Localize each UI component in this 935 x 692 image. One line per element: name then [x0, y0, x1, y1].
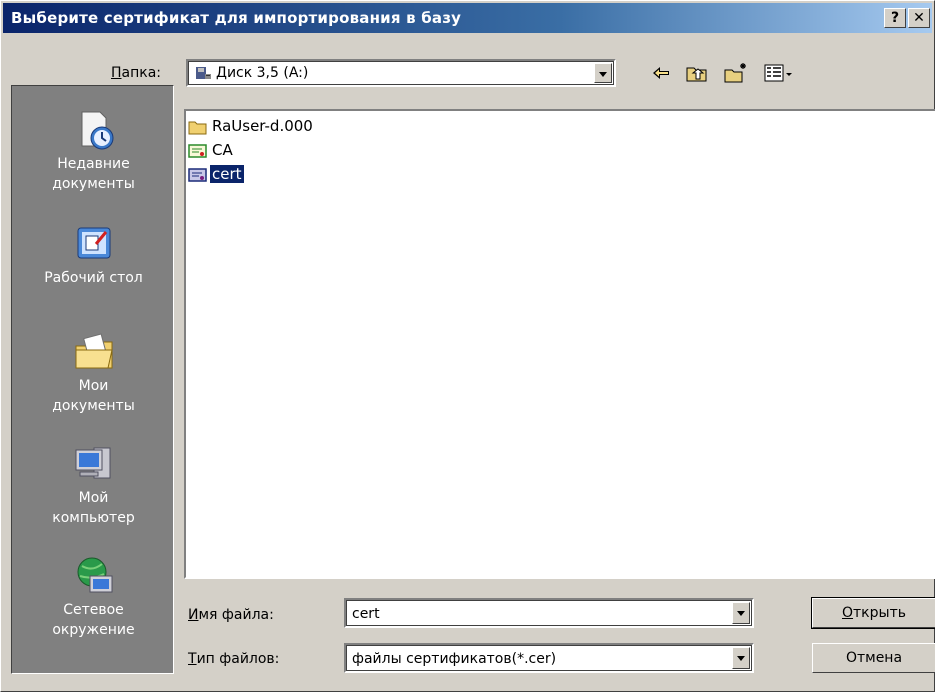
filename-combobox[interactable]: cert [344, 598, 754, 628]
filetype-dropdown-arrow[interactable] [732, 647, 750, 669]
recent-documents-icon [81, 111, 113, 150]
open-button[interactable]: Открыть [811, 597, 935, 629]
folder-combo-value: Диск 3,5 (A:) [194, 65, 308, 81]
help-button[interactable]: ? [884, 8, 906, 28]
places-bar: Недавние документы Рабочий стол Мои доку… [11, 85, 174, 674]
filetype-label: Тип файлов: [188, 651, 280, 667]
places-desktop[interactable]: Рабочий стол [12, 222, 175, 288]
file-item-folder[interactable]: RaUser-d.000 [188, 115, 315, 137]
view-menu-icon[interactable] [763, 61, 793, 85]
new-folder-icon[interactable] [723, 61, 749, 85]
folder-label: Папка: [111, 65, 162, 81]
filetype-value: файлы сертификатов(*.cer) [352, 651, 557, 667]
certificate-icon [188, 143, 207, 158]
folder-up-icon[interactable] [685, 61, 709, 85]
places-my-computer[interactable]: Мой компьютер [12, 442, 175, 528]
folder-icon [188, 121, 207, 134]
filetype-combobox[interactable]: файлы сертификатов(*.cer) [344, 643, 754, 673]
places-recent-documents[interactable]: Недавние документы [12, 108, 175, 194]
file-list[interactable]: RaUser-d.000 CA cert [184, 109, 935, 579]
filename-dropdown-arrow[interactable] [732, 602, 750, 624]
floppy-drive-icon [196, 67, 211, 79]
file-item-cert[interactable]: cert [188, 163, 245, 185]
certificate-icon [188, 167, 207, 182]
back-arrow-icon[interactable] [649, 61, 673, 85]
my-computer-icon [75, 447, 110, 479]
my-documents-icon [75, 333, 113, 369]
network-icon [77, 557, 112, 593]
file-open-dialog: Выберите сертификат для импортирования в… [0, 0, 935, 692]
filename-label: Имя файла: [188, 607, 274, 623]
file-item-ca[interactable]: CA [188, 139, 235, 161]
places-my-documents[interactable]: Мои документы [12, 330, 175, 416]
cancel-button[interactable]: Отмена [812, 643, 935, 673]
filename-input[interactable]: cert [352, 606, 380, 622]
desktop-icon [77, 227, 110, 259]
folder-dropdown-arrow[interactable] [594, 63, 612, 83]
title-bar[interactable]: Выберите сертификат для импортирования в… [3, 3, 932, 33]
places-network[interactable]: Сетевое окружение [12, 554, 175, 640]
folder-combobox[interactable]: Диск 3,5 (A:) [186, 59, 616, 87]
dialog-title: Выберите сертификат для импортирования в… [11, 9, 462, 27]
close-button[interactable]: ✕ [908, 8, 930, 28]
